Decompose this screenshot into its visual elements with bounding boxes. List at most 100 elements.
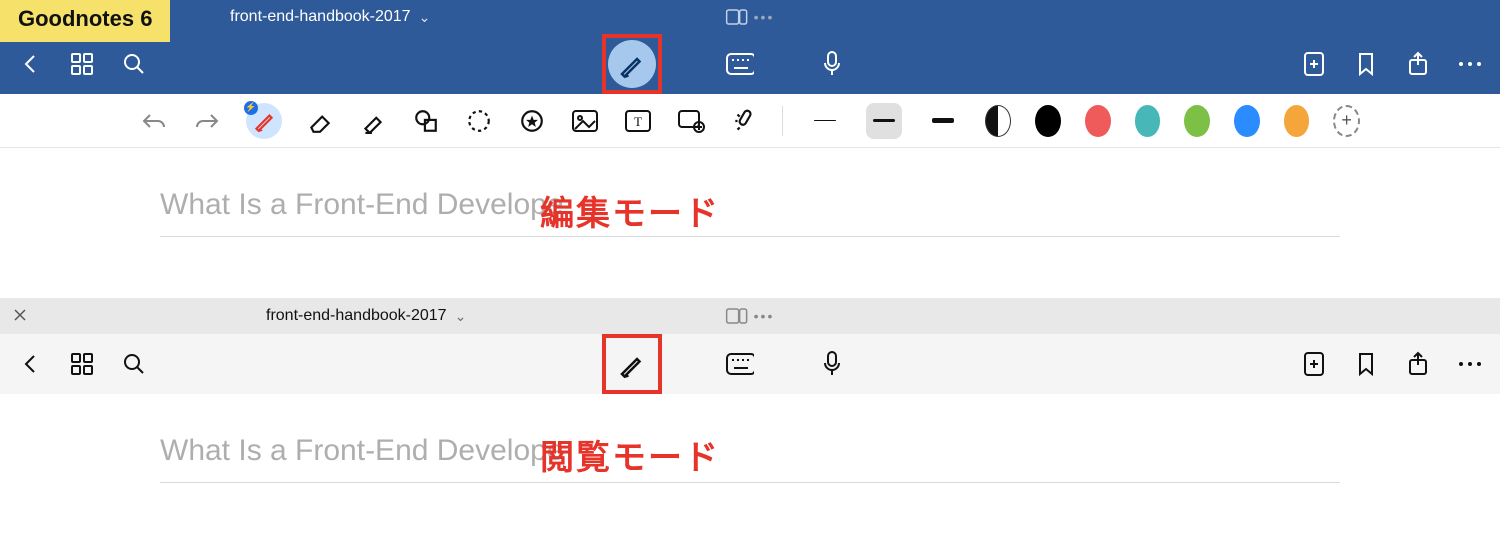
back-button[interactable]	[16, 350, 44, 378]
bluetooth-badge-icon: ⚡	[244, 101, 258, 115]
color-swatch-black[interactable]	[1035, 105, 1061, 137]
search-icon	[122, 352, 146, 376]
mic-icon	[822, 51, 842, 77]
color-swatch-teal[interactable]	[1135, 105, 1161, 137]
text-tool[interactable]: T	[623, 103, 652, 139]
magic-icon	[731, 108, 757, 134]
document-tab[interactable]: front-end-handbook-2017 ⌄	[266, 307, 466, 325]
annotation-edit-mode: 編集モード	[540, 186, 720, 235]
media-icon	[677, 109, 705, 133]
document-area-edit[interactable]: What Is a Front-End Develope 編集モード	[0, 148, 1500, 298]
document-tab-label: front-end-handbook-2017	[230, 8, 411, 26]
redo-button[interactable]	[193, 103, 222, 139]
chevron-down-icon: ⌄	[419, 9, 431, 26]
color-swatch-blue[interactable]	[1234, 105, 1260, 137]
toolbar-divider	[782, 106, 783, 136]
page-heading: What Is a Front-End Develope	[160, 188, 1340, 236]
mic-button[interactable]	[818, 50, 846, 78]
search-icon	[122, 52, 146, 76]
annotation-view-mode: 閲覧モード	[540, 430, 720, 479]
add-page-button[interactable]	[1300, 350, 1328, 378]
stroke-thick[interactable]	[926, 103, 961, 139]
mic-button[interactable]	[818, 350, 846, 378]
close-tab-button[interactable]	[14, 308, 26, 324]
share-button[interactable]	[1404, 350, 1432, 378]
app-badge: Goodnotes 6	[0, 0, 170, 42]
multitask-indicator[interactable]: •••	[726, 8, 775, 26]
undo-button[interactable]	[140, 103, 169, 139]
sticker-icon	[519, 108, 545, 134]
color-swatch-red[interactable]	[1085, 105, 1111, 137]
edit-mode-toggle[interactable]	[608, 340, 656, 388]
media-tool[interactable]	[676, 103, 705, 139]
bookmark-button[interactable]	[1352, 50, 1380, 78]
chevron-left-icon	[19, 353, 41, 375]
multitask-dots-icon: •••	[754, 9, 775, 25]
tab-bar-edit: front-end-handbook-2017 ⌄ •••	[0, 0, 1500, 34]
share-button[interactable]	[1404, 50, 1432, 78]
add-page-button[interactable]	[1300, 50, 1328, 78]
chevron-down-icon: ⌄	[455, 308, 467, 325]
tool-toolbar: ⚡ T +	[0, 94, 1500, 148]
pen-icon	[617, 49, 647, 79]
multitask-indicator-icon	[726, 307, 748, 325]
image-tool[interactable]	[570, 103, 599, 139]
shape-icon	[413, 108, 439, 134]
eraser-tool[interactable]	[306, 103, 335, 139]
add-color-icon[interactable]: +	[1333, 105, 1360, 137]
document-tab-label: front-end-handbook-2017	[266, 307, 447, 325]
add-page-icon	[1303, 351, 1325, 377]
edit-mode-highlight	[602, 34, 662, 94]
lasso-icon	[466, 108, 492, 134]
thumbnails-button[interactable]	[68, 350, 96, 378]
stroke-medium[interactable]	[866, 103, 901, 139]
document-tab[interactable]: front-end-handbook-2017 ⌄	[230, 8, 430, 26]
color-swatch-orange[interactable]	[1284, 105, 1310, 137]
multitask-indicator-icon	[726, 8, 748, 26]
more-icon	[1458, 61, 1482, 67]
heading-rule	[160, 236, 1340, 237]
thumbnails-button[interactable]	[68, 50, 96, 78]
add-page-icon	[1303, 51, 1325, 77]
nav-bar-edit	[0, 34, 1500, 94]
bookmark-icon	[1357, 352, 1375, 376]
pen-icon	[617, 349, 647, 379]
multitask-dots-icon: •••	[754, 308, 775, 324]
eraser-icon	[307, 108, 333, 134]
more-button[interactable]	[1456, 350, 1484, 378]
text-icon: T	[624, 109, 652, 133]
tab-bar-view: front-end-handbook-2017 ⌄ •••	[0, 298, 1500, 334]
chevron-left-icon	[19, 53, 41, 75]
mic-icon	[822, 351, 842, 377]
svg-text:T: T	[634, 114, 642, 129]
keyboard-button[interactable]	[726, 350, 754, 378]
multitask-indicator[interactable]: •••	[726, 307, 775, 325]
page-heading: What Is a Front-End Develope	[160, 434, 1340, 482]
share-icon	[1407, 351, 1429, 377]
search-button[interactable]	[120, 50, 148, 78]
search-button[interactable]	[120, 350, 148, 378]
keyboard-button[interactable]	[726, 50, 754, 78]
swatch-split-icon[interactable]	[985, 105, 1011, 137]
image-icon	[571, 109, 599, 133]
back-button[interactable]	[16, 50, 44, 78]
highlighter-tool[interactable]	[359, 103, 388, 139]
nav-bar-view	[0, 334, 1500, 394]
magic-tool[interactable]	[729, 103, 758, 139]
shape-tool[interactable]	[412, 103, 441, 139]
redo-icon	[194, 112, 220, 130]
lasso-tool[interactable]	[465, 103, 494, 139]
stroke-thin[interactable]	[807, 103, 842, 139]
share-icon	[1407, 51, 1429, 77]
sticker-tool[interactable]	[518, 103, 547, 139]
bookmark-button[interactable]	[1352, 350, 1380, 378]
bookmark-icon	[1357, 52, 1375, 76]
grid-icon	[70, 52, 94, 76]
document-area-view[interactable]: What Is a Front-End Develope 閲覧モード	[0, 394, 1500, 544]
more-button[interactable]	[1456, 50, 1484, 78]
grid-icon	[70, 352, 94, 376]
highlighter-icon	[360, 108, 386, 134]
edit-mode-toggle[interactable]	[608, 40, 656, 88]
color-swatch-green[interactable]	[1184, 105, 1210, 137]
heading-rule	[160, 482, 1340, 483]
